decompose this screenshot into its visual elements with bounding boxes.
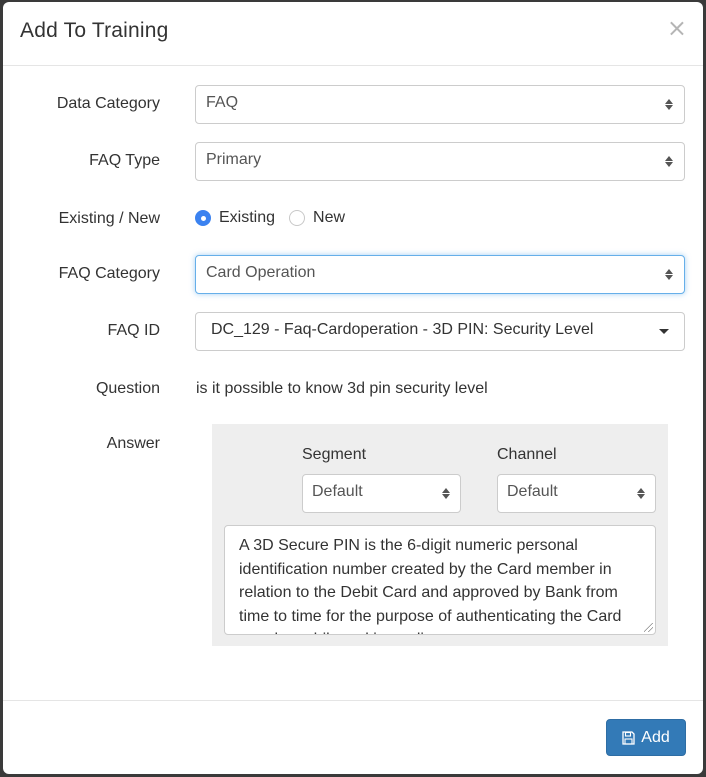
radio-existing[interactable]: Existing bbox=[195, 209, 275, 227]
select-stepper-icon bbox=[664, 269, 674, 280]
faq-category-label: FAQ Category bbox=[58, 265, 160, 282]
select-stepper-icon bbox=[664, 99, 674, 110]
add-button-label: Add bbox=[641, 728, 670, 746]
faq-category-value: Card Operation bbox=[206, 263, 316, 281]
select-stepper-icon bbox=[441, 488, 451, 499]
resize-handle-icon[interactable] bbox=[644, 623, 653, 632]
channel-value: Default bbox=[507, 482, 558, 500]
caret-down-icon bbox=[659, 329, 669, 334]
modal-title: Add To Training bbox=[20, 19, 169, 42]
faq-type-label: FAQ Type bbox=[89, 152, 160, 169]
question-label: Question bbox=[95, 380, 160, 397]
radio-existing-label: Existing bbox=[219, 209, 276, 226]
segment-value: Default bbox=[312, 482, 363, 500]
data-category-select[interactable]: FAQ bbox=[195, 85, 685, 124]
segment-select[interactable]: Default bbox=[302, 474, 461, 513]
answer-panel: Segment Channel Default Default A 3D Sec… bbox=[212, 424, 668, 646]
faq-type-select[interactable]: Primary bbox=[195, 142, 685, 181]
add-to-training-modal: Add To Training × Data Category FAQ FAQ … bbox=[3, 2, 703, 774]
answer-textarea[interactable]: A 3D Secure PIN is the 6-digit numeric p… bbox=[224, 525, 656, 635]
faq-id-value: DC_129 - Faq-Cardoperation - 3D PIN: Sec… bbox=[211, 320, 594, 338]
segment-label: Segment bbox=[302, 446, 367, 463]
modal-header: Add To Training × bbox=[3, 2, 703, 66]
select-stepper-icon bbox=[664, 156, 674, 167]
data-category-label: Data Category bbox=[56, 95, 160, 112]
channel-select[interactable]: Default bbox=[497, 474, 656, 513]
radio-new[interactable]: New bbox=[289, 209, 345, 227]
channel-label: Channel bbox=[497, 446, 557, 463]
select-stepper-icon bbox=[636, 488, 646, 499]
radio-new-label: New bbox=[313, 209, 346, 226]
close-icon[interactable]: × bbox=[667, 16, 687, 40]
faq-category-select[interactable]: Card Operation bbox=[195, 255, 685, 294]
answer-label: Answer bbox=[106, 435, 160, 452]
modal-footer: Add bbox=[3, 700, 703, 774]
faq-id-dropdown[interactable]: DC_129 - Faq-Cardoperation - 3D PIN: Sec… bbox=[195, 312, 685, 351]
answer-text: A 3D Secure PIN is the 6-digit numeric p… bbox=[239, 537, 622, 634]
radio-checked-icon[interactable] bbox=[195, 210, 211, 226]
data-category-value: FAQ bbox=[206, 93, 239, 111]
radio-unchecked-icon[interactable] bbox=[289, 210, 306, 226]
modal-body: Data Category FAQ FAQ Type Primary Exist… bbox=[3, 66, 703, 700]
floppy-disk-icon bbox=[622, 730, 635, 745]
existing-new-label: Existing / New bbox=[58, 210, 160, 227]
question-text: is it possible to know 3d pin security l… bbox=[196, 380, 488, 397]
existing-new-radio-group: Existing New bbox=[195, 209, 359, 227]
add-button[interactable]: Add bbox=[606, 719, 686, 756]
faq-type-value: Primary bbox=[206, 150, 262, 168]
faq-id-label: FAQ ID bbox=[107, 322, 160, 339]
